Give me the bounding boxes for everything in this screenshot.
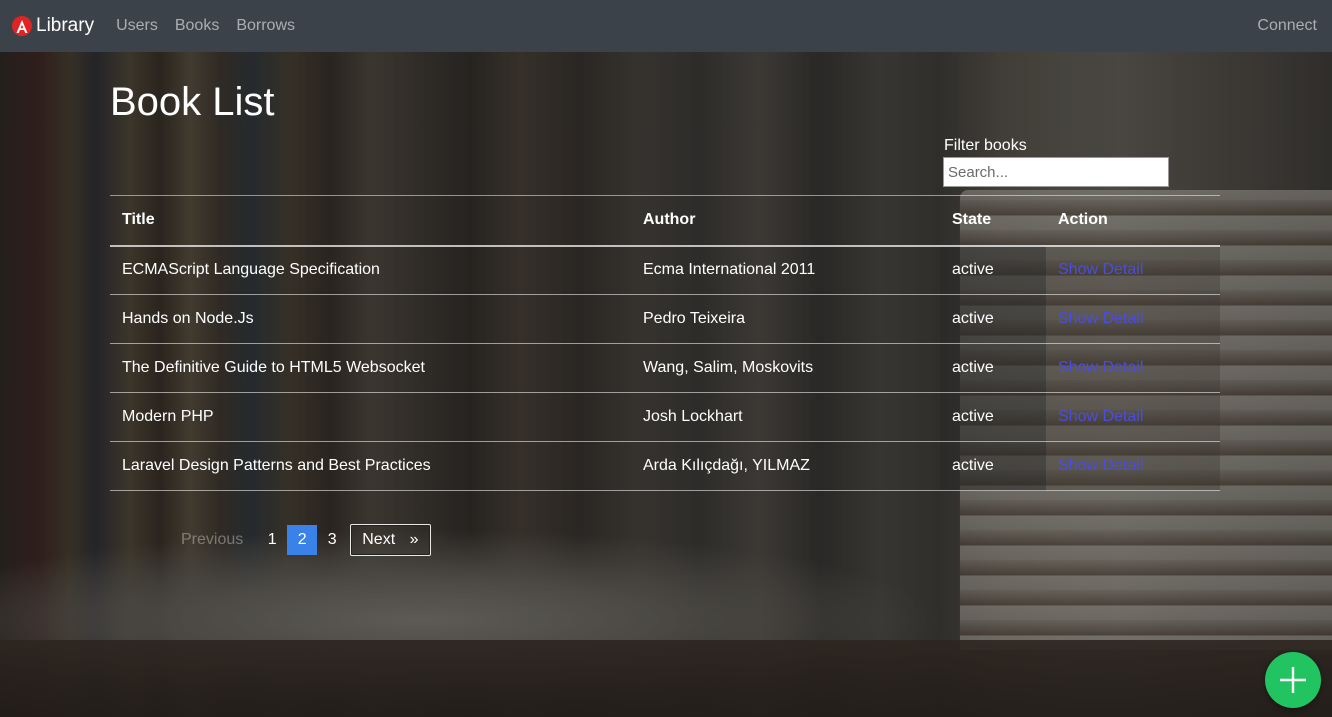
book-state: active [940,294,1046,344]
nav-link-borrows[interactable]: Borrows [236,17,295,35]
show-detail-link[interactable]: Show Detail [1058,261,1143,278]
nav-link-users[interactable]: Users [116,17,158,35]
table-row: ECMAScript Language Specification Ecma I… [110,245,1220,295]
pagination: Previous 1 2 3 Next » [167,524,431,556]
table-header-row: Title Author State Action [110,195,1220,247]
action-cell: Show Detail [1046,392,1220,442]
book-title: ECMAScript Language Specification [110,245,631,295]
book-state: active [940,392,1046,442]
page-button-2-current[interactable]: 2 [287,525,318,555]
book-state: active [940,343,1046,393]
show-detail-link[interactable]: Show Detail [1058,359,1143,376]
brand[interactable]: Library [12,15,94,37]
book-title: Hands on Node.Js [110,294,631,344]
book-author: Ecma International 2011 [631,245,940,295]
action-cell: Show Detail [1046,343,1220,393]
show-detail-link[interactable]: Show Detail [1058,310,1143,327]
column-header-action: Action [1046,195,1220,247]
previous-page-button[interactable]: Previous [167,524,257,556]
book-author: Pedro Teixeira [631,294,940,344]
book-state: active [940,441,1046,491]
book-author: Wang, Salim, Moskovits [631,343,940,393]
table-row: Laravel Design Patterns and Best Practic… [110,441,1220,491]
navbar: Library Users Books Borrows Connect [0,0,1332,52]
book-title: The Definitive Guide to HTML5 Websocket [110,343,631,393]
search-input[interactable] [943,157,1169,187]
books-table: Title Author State Action ECMAScript Lan… [110,195,1220,491]
book-title: Laravel Design Patterns and Best Practic… [110,441,631,491]
book-title: Modern PHP [110,392,631,442]
column-header-state: State [940,195,1046,247]
action-cell: Show Detail [1046,245,1220,295]
angular-logo-icon [12,16,32,36]
next-page-button[interactable]: Next » [350,524,431,556]
next-arrow-icon: » [409,531,419,548]
connect-link[interactable]: Connect [1257,17,1317,35]
page-title: Book List [110,80,275,124]
action-cell: Show Detail [1046,441,1220,491]
page-button-3[interactable]: 3 [317,525,347,555]
column-header-title: Title [110,195,631,247]
page-button-1[interactable]: 1 [257,525,287,555]
table-row: The Definitive Guide to HTML5 Websocket … [110,343,1220,393]
show-detail-link[interactable]: Show Detail [1058,457,1143,474]
book-state: active [940,245,1046,295]
table-row: Hands on Node.Js Pedro Teixeira active S… [110,294,1220,344]
plus-icon [1280,667,1306,693]
nav-link-books[interactable]: Books [175,17,219,35]
add-book-button[interactable] [1265,652,1321,708]
book-author: Josh Lockhart [631,392,940,442]
next-label: Next [362,531,396,548]
action-cell: Show Detail [1046,294,1220,344]
book-author: Arda Kılıçdağı, YILMAZ [631,441,940,491]
filter-label: Filter books [944,137,1027,154]
show-detail-link[interactable]: Show Detail [1058,408,1143,425]
brand-text: Library [36,15,95,36]
table-row: Modern PHP Josh Lockhart active Show Det… [110,392,1220,442]
column-header-author: Author [631,195,940,247]
